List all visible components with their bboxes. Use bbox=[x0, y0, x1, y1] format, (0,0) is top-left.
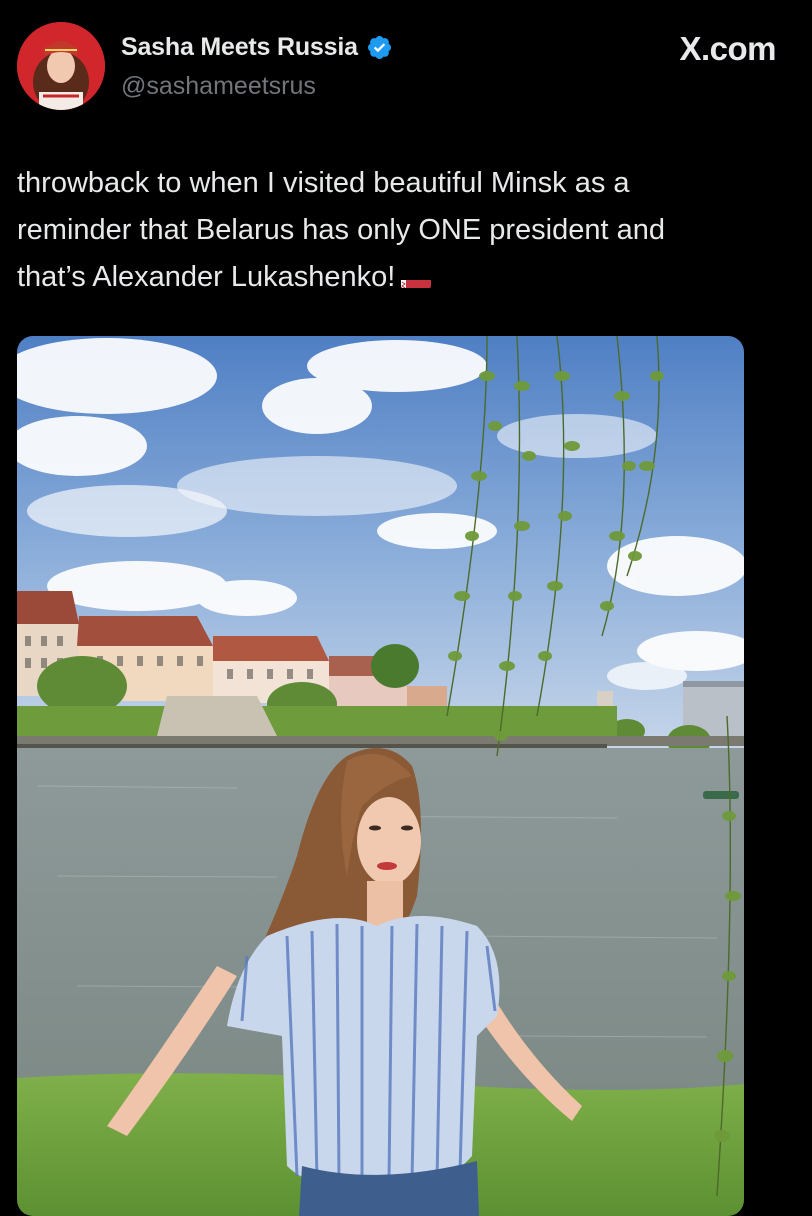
verified-badge-icon bbox=[366, 34, 393, 61]
post-text-line-last: that’s Alexander Lukashenko! bbox=[17, 254, 777, 301]
post-header: Sasha Meets Russia @sashameetsrus X.com bbox=[0, 0, 812, 130]
display-name-row: Sasha Meets Russia bbox=[121, 33, 393, 62]
post-text: throwback to when I visited beautiful Mi… bbox=[17, 160, 777, 301]
handle[interactable]: @sashameetsrus bbox=[121, 72, 316, 101]
post-photo[interactable] bbox=[17, 336, 744, 1216]
x-brand-logo: X.com bbox=[679, 30, 776, 67]
avatar[interactable] bbox=[17, 22, 105, 110]
display-name[interactable]: Sasha Meets Russia bbox=[121, 33, 358, 62]
belarus-flag-icon bbox=[401, 268, 432, 288]
post-text-line: throwback to when I visited beautiful Mi… bbox=[17, 167, 630, 199]
post-text-line: that’s Alexander Lukashenko! bbox=[17, 261, 396, 293]
post-text-line: reminder that Belarus has only ONE presi… bbox=[17, 214, 666, 246]
